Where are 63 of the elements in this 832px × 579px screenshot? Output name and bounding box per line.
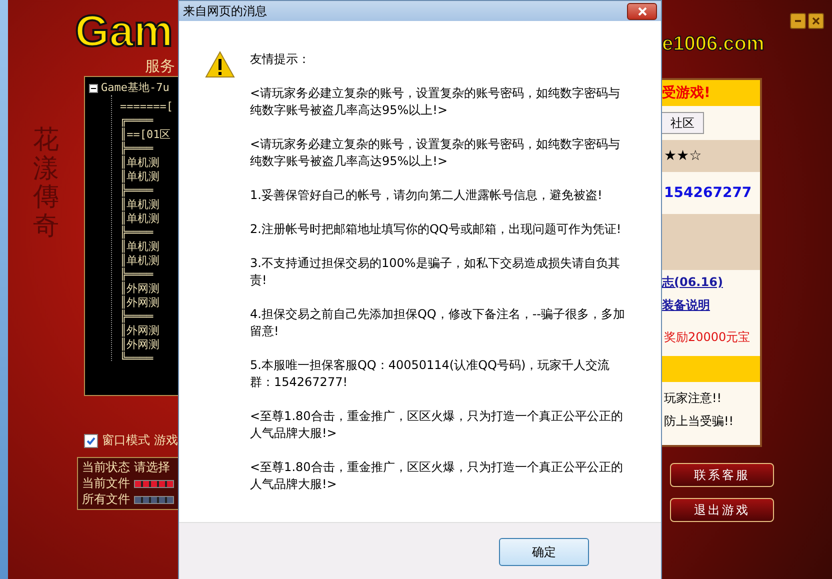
message-paragraph: 1.妥善保管好自己的帐号，请勿向第二人泄露帐号信息，避免被盗! (250, 187, 604, 204)
calligraphy-title: 花漾傳奇 (33, 126, 59, 243)
community-button[interactable]: 社区 (662, 112, 704, 134)
warning-icon (205, 51, 235, 78)
reward-text: 奖励20000元宝 (663, 328, 752, 346)
close-button[interactable] (627, 2, 657, 20)
ok-button[interactable]: 确定 (499, 538, 589, 566)
close-button[interactable] (808, 13, 824, 29)
logo-text: e1006.com (662, 32, 766, 56)
logo-text: Gam (75, 8, 174, 56)
tree-item[interactable]: ╠════ (120, 268, 154, 281)
message-paragraph: 5.本服唯一担保客服QQ：40050114(认准QQ号码)，玩家千人交流群：154267277! (250, 357, 611, 391)
tree-item[interactable]: =======[ (120, 100, 173, 113)
launcher-button[interactable]: 退出游戏 (670, 498, 774, 522)
minimize-icon (794, 17, 802, 25)
tree-item[interactable]: ║单机测 (120, 240, 160, 253)
check-icon (86, 436, 96, 446)
tree-item[interactable]: ║外网测 (120, 296, 160, 309)
tree-item[interactable]: ║外网测 (120, 282, 160, 295)
status-value: 请选择 (134, 459, 170, 476)
message-paragraph: 3.不支持通过担保交易的100%是骗子，如私下交易造成损失请自负其责! (250, 255, 621, 289)
tree-item[interactable]: ║==[01区 (120, 128, 171, 141)
launcher-button[interactable]: 联系客服 (670, 463, 774, 487)
message-paragraph: 2.注册帐号时把邮箱地址填写你的QQ号或邮箱，出现问题可作为凭证! (250, 221, 622, 238)
tree-item[interactable]: ║外网测 (120, 324, 160, 337)
tree-item[interactable]: Game基地-7u (101, 81, 170, 95)
tree-item[interactable]: ║单机测 (120, 156, 160, 169)
status-label: 当前状态 (82, 459, 130, 476)
notice-text: 玩家注意!! (663, 390, 723, 407)
message-paragraph: <请玩家务必建立复杂的账号，设置复杂的账号密码，如纯数字密码与纯数字账号被盗几率高达95%以上!> (250, 136, 622, 170)
status-label: 所有文件 (82, 491, 130, 508)
tree-item[interactable]: ║单机测 (120, 254, 160, 267)
window-mode-checkbox[interactable] (84, 434, 98, 448)
tree-item[interactable]: ╠════ (120, 142, 154, 155)
news-link[interactable]: 志(06.16) (662, 274, 760, 291)
status-label: 当前文件 (82, 475, 130, 492)
collapse-icon[interactable] (89, 84, 98, 92)
close-icon (638, 6, 646, 16)
tree-item[interactable]: ╔════ (120, 114, 154, 127)
message-paragraph: 4.担保交易之前自己先添加担保QQ，修改下备注名，--骗子很多，多加留意! (250, 306, 626, 340)
game-option-label: 游戏 (154, 432, 178, 449)
tree-item[interactable]: ╠════ (120, 226, 154, 239)
news-link[interactable]: 装备说明 (662, 297, 760, 314)
panel-banner: 受游戏! (662, 80, 760, 106)
tree-item[interactable]: ╠════ (120, 184, 154, 197)
tree-item[interactable]: ╠════ (120, 310, 154, 323)
message-heading: 友情提示： (250, 51, 311, 68)
tree-item[interactable]: ║单机测 (120, 170, 160, 183)
message-paragraph: <请玩家务必建立复杂的账号，设置复杂的账号密码，如纯数字密码与纯数字账号被盗几率高达95%以上!> (250, 85, 622, 119)
rating-stars: ★★☆ (663, 148, 703, 164)
server-heading: 服务 (145, 56, 176, 76)
tree-item[interactable]: ║外网测 (120, 338, 160, 351)
minimize-button[interactable] (790, 13, 806, 29)
tree-item[interactable]: ║单机测 (120, 212, 160, 225)
message-paragraph: <至尊1.80合击，重金推广，区区火爆，只为打造一个真正公平公正的人气品牌大服!> (250, 459, 624, 493)
notice-text: 防上当受骗!! (663, 413, 735, 430)
dialog-title: 来自网页的消息 (183, 2, 267, 20)
group-number: 154267277 (663, 185, 753, 201)
tree-item[interactable]: ╚════ (120, 352, 154, 365)
message-paragraph: <至尊1.80合击，重金推广，区区火爆，只为打造一个真正公平公正的人气品牌大服!> (250, 408, 624, 442)
window-mode-label: 窗口模式 (102, 432, 150, 449)
close-icon (812, 17, 820, 25)
tree-item[interactable]: ║单机测 (120, 198, 160, 211)
